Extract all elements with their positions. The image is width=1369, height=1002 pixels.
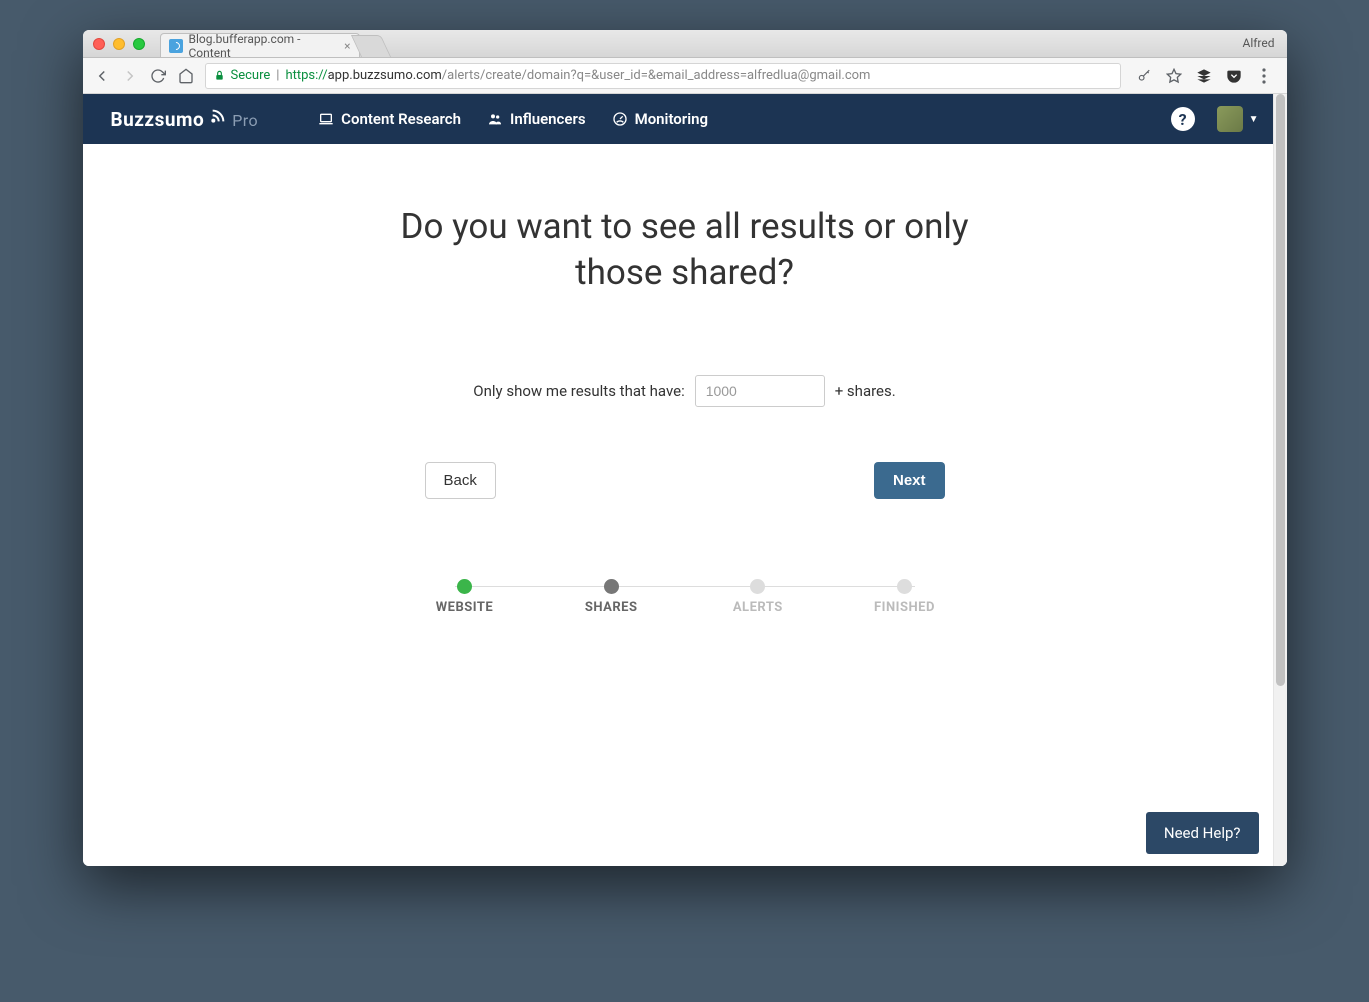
prompt-suffix: + shares. (835, 382, 896, 400)
step-alerts: ALERTS (718, 579, 798, 615)
back-icon[interactable] (93, 67, 111, 85)
home-icon[interactable] (177, 67, 195, 85)
help-button[interactable]: ? (1171, 107, 1195, 131)
nav-label: Monitoring (635, 110, 708, 128)
lock-icon (214, 70, 225, 81)
viewport: Buzzsumo Pro Content Research Influencer… (83, 94, 1287, 866)
nav-label: Influencers (510, 110, 586, 128)
nav-item-influencers[interactable]: Influencers (487, 110, 586, 128)
more-icon[interactable] (1255, 67, 1273, 85)
avatar (1217, 106, 1243, 132)
reload-icon[interactable] (149, 67, 167, 85)
address-bar[interactable]: Secure | https://app.buzzsumo.com/alerts… (205, 63, 1121, 89)
favicon-icon (169, 39, 183, 53)
nav-items: Content Research Influencers Monitoring (318, 110, 708, 128)
brand-name: Buzzsumo (111, 108, 205, 131)
laptop-icon (318, 111, 334, 127)
caret-down-icon: ▼ (1249, 114, 1259, 125)
rss-icon (210, 108, 226, 124)
step-website: WEBSITE (425, 579, 505, 615)
window-minimize-button[interactable] (113, 38, 125, 50)
browser-tab-active[interactable]: Blog.bufferapp.com - Content × (160, 33, 360, 57)
window-close-button[interactable] (93, 38, 105, 50)
window-zoom-button[interactable] (133, 38, 145, 50)
tab-title: Blog.bufferapp.com - Content (189, 32, 337, 60)
prompt-prefix: Only show me results that have: (473, 382, 684, 400)
shares-form-row: Only show me results that have: + shares… (83, 375, 1287, 407)
dashboard-icon (612, 111, 628, 127)
step-dot (457, 579, 472, 594)
shares-input[interactable] (695, 375, 825, 407)
url-text: https://app.buzzsumo.com/alerts/create/d… (285, 68, 870, 83)
browser-toolbar: Secure | https://app.buzzsumo.com/alerts… (83, 58, 1287, 94)
step-label: FINISHED (874, 600, 935, 615)
pocket-icon[interactable] (1225, 67, 1243, 85)
step-label: WEBSITE (436, 600, 493, 615)
nav-label: Content Research (341, 110, 461, 128)
key-icon[interactable] (1135, 67, 1153, 85)
progress-stepper: WEBSITE SHARES ALERTS FINISHED (425, 579, 945, 615)
secure-label: Secure (231, 68, 271, 83)
page-title: Do you want to see all results or only t… (360, 204, 1010, 295)
step-dot (897, 579, 912, 594)
star-icon[interactable] (1165, 67, 1183, 85)
step-dot (604, 579, 619, 594)
app-navbar: Buzzsumo Pro Content Research Influencer… (83, 94, 1287, 144)
tab-close-button[interactable]: × (344, 39, 350, 53)
profile-name: Alfred (1242, 36, 1274, 50)
nav-item-monitoring[interactable]: Monitoring (612, 110, 708, 128)
url-divider: | (276, 68, 279, 83)
back-button[interactable]: Back (425, 462, 496, 499)
page-content: Do you want to see all results or only t… (83, 144, 1287, 866)
buffer-icon[interactable] (1195, 67, 1213, 85)
step-shares: SHARES (571, 579, 651, 615)
user-menu[interactable]: ▼ (1217, 106, 1259, 132)
traffic-lights (93, 38, 145, 50)
brand-logo[interactable]: Buzzsumo Pro (111, 108, 259, 131)
brand-tier: Pro (232, 111, 258, 130)
step-label: SHARES (585, 600, 638, 615)
step-label: ALERTS (733, 600, 783, 615)
scrollbar-thumb[interactable] (1276, 94, 1285, 686)
need-help-button[interactable]: Need Help? (1146, 812, 1259, 854)
step-finished: FINISHED (864, 579, 944, 615)
scrollbar[interactable] (1273, 94, 1287, 866)
extension-icons (1131, 67, 1277, 85)
forward-icon (121, 67, 139, 85)
nav-right: ? ▼ (1171, 106, 1259, 132)
step-dot (750, 579, 765, 594)
button-row: Back Next (425, 462, 945, 499)
app-window: Blog.bufferapp.com - Content × Alfred Se… (83, 30, 1287, 866)
window-title-bar: Blog.bufferapp.com - Content × Alfred (83, 30, 1287, 58)
nav-item-content-research[interactable]: Content Research (318, 110, 461, 128)
next-button[interactable]: Next (874, 462, 945, 499)
users-icon (487, 111, 503, 127)
browser-tabs: Blog.bufferapp.com - Content × (160, 30, 386, 57)
